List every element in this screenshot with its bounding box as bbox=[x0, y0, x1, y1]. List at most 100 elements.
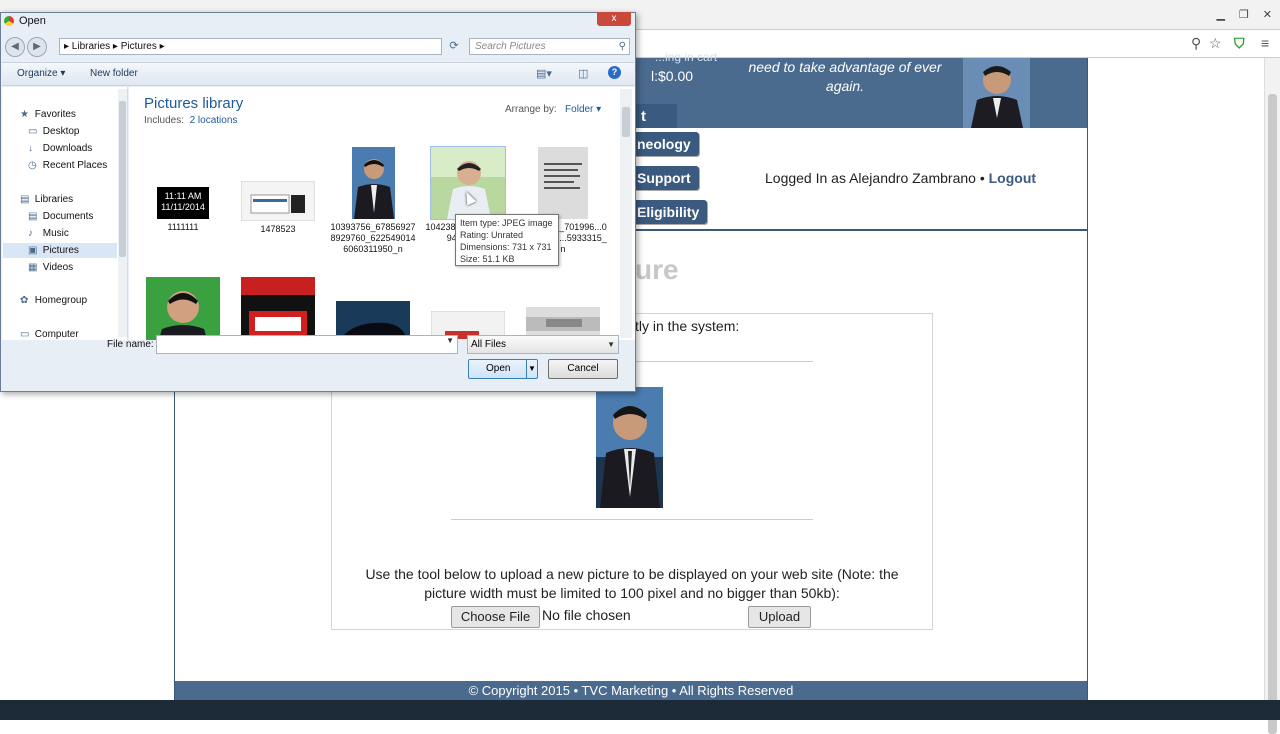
file-list-pane: Pictures library Includes: 2 locations A… bbox=[129, 87, 635, 340]
nav-item-downloads[interactable]: ↓ Downloads bbox=[28, 141, 92, 156]
maximize-icon[interactable]: ❐ bbox=[1239, 8, 1249, 21]
file-thumbnail bbox=[430, 146, 506, 220]
nav-button-support[interactable]: Support bbox=[629, 166, 699, 190]
search-input[interactable]: Search Pictures ⚲ bbox=[469, 38, 630, 55]
arrange-by: Arrange by: Folder ▾ bbox=[505, 104, 601, 115]
preview-pane-icon[interactable]: ◫ bbox=[578, 67, 588, 80]
close-icon[interactable]: ✕ bbox=[1263, 8, 1272, 21]
back-icon[interactable]: ◀ bbox=[5, 37, 25, 57]
file-thumbnail bbox=[146, 277, 220, 340]
nav-button-eligibility[interactable]: Eligibility bbox=[629, 200, 708, 224]
chevron-down-icon: ▼ bbox=[607, 340, 615, 349]
open-button[interactable]: Open ▼ bbox=[468, 359, 538, 379]
open-options-arrow-icon[interactable]: ▼ bbox=[526, 360, 537, 378]
file-status-text: No file chosen bbox=[542, 607, 631, 623]
file-list-scrollbar-thumb[interactable] bbox=[622, 107, 630, 137]
divider bbox=[635, 229, 1087, 231]
nav-pane-scrollbar[interactable] bbox=[118, 89, 127, 337]
nav-item-homegroup[interactable]: ✿ Homegroup bbox=[20, 293, 87, 308]
music-icon: ♪ bbox=[28, 228, 33, 239]
file-thumbnail bbox=[241, 181, 315, 221]
filename-input[interactable]: ▼ bbox=[156, 335, 458, 354]
filename-label: File name: bbox=[107, 339, 154, 350]
breadcrumb[interactable]: ▸ Libraries ▸ Pictures ▸ bbox=[59, 38, 442, 55]
organize-menu[interactable]: Organize ▾ bbox=[17, 68, 65, 79]
current-picture-label: tly in the system: bbox=[635, 318, 740, 334]
cancel-button[interactable]: Cancel bbox=[548, 359, 618, 379]
nav-item-favorites[interactable]: ★ Favorites bbox=[20, 107, 76, 122]
file-thumbnail bbox=[241, 277, 315, 340]
arrange-by-dropdown[interactable]: Folder ▾ bbox=[565, 104, 601, 115]
file-type-filter[interactable]: All Files ▼ bbox=[467, 335, 619, 354]
nav-item-recent-places[interactable]: ◷ Recent Places bbox=[28, 158, 107, 173]
nav-item-pictures[interactable]: ▣ Pictures bbox=[3, 243, 117, 258]
nav-item-videos[interactable]: ▦ Videos bbox=[28, 260, 73, 275]
downloads-icon: ↓ bbox=[28, 143, 33, 154]
nav-item-label: Pictures bbox=[42, 245, 79, 256]
recent-places-icon: ◷ bbox=[28, 160, 37, 171]
nav-item-computer[interactable]: ▭ Computer bbox=[20, 327, 79, 342]
tooltip-size: Size: 51.1 KB bbox=[460, 254, 515, 264]
file-tile[interactable]: 11:11 AM 11/11/2014 1111111 bbox=[138, 187, 228, 233]
dialog-title: Open bbox=[19, 15, 46, 27]
file-tile[interactable]: 1478523 bbox=[233, 181, 323, 235]
nav-item-label: Desktop bbox=[42, 126, 80, 137]
login-info: Logged In as Alejandro Zambrano • Logout bbox=[765, 170, 1036, 186]
zoom-icon[interactable]: ⚲ bbox=[1191, 35, 1201, 52]
chrome-icon bbox=[4, 16, 14, 26]
dialog-close-button[interactable]: x bbox=[597, 12, 631, 26]
file-thumbnail: 11:11 AM 11/11/2014 bbox=[157, 187, 209, 219]
tooltip-rating: Rating: Unrated bbox=[460, 230, 524, 240]
nav-button-theology[interactable]: neology bbox=[629, 132, 699, 156]
file-list-scrollbar[interactable] bbox=[620, 89, 632, 338]
change-view-icon[interactable]: ▤▾ bbox=[536, 67, 552, 80]
file-tile[interactable] bbox=[233, 277, 323, 340]
choose-file-button[interactable]: Choose File bbox=[451, 606, 540, 628]
nav-item-music[interactable]: ♪ Music bbox=[28, 226, 69, 241]
file-tile[interactable]: 10393756_678569278929760_622549014606031… bbox=[328, 147, 418, 255]
forward-icon[interactable]: ▶ bbox=[27, 37, 47, 57]
computer-icon: ▭ bbox=[20, 329, 30, 340]
help-icon[interactable]: ? bbox=[608, 66, 621, 79]
file-thumbnail bbox=[538, 147, 588, 219]
shield-icon[interactable]: ⛉ bbox=[1234, 35, 1245, 52]
page-scrollbar[interactable] bbox=[1264, 58, 1280, 734]
nav-item-documents[interactable]: ▤ Documents bbox=[28, 209, 93, 224]
menu-icon[interactable]: ≡ bbox=[1261, 35, 1269, 51]
locations-link[interactable]: 2 locations bbox=[190, 115, 238, 126]
nav-item-desktop[interactable]: ▭ Desktop bbox=[28, 124, 79, 139]
logout-link[interactable]: Logout bbox=[989, 170, 1036, 186]
bookmark-star-icon[interactable]: ☆ bbox=[1209, 35, 1222, 52]
nav-item-label: Downloads bbox=[42, 143, 93, 154]
browser-toolbar: ⚲ ☆ ⛉ ≡ bbox=[636, 30, 1280, 58]
file-name: 10393756_678569278929760_622549014606031… bbox=[330, 222, 416, 254]
taskbar bbox=[0, 700, 1280, 720]
nav-pane-scrollbar-thumb[interactable] bbox=[119, 101, 126, 257]
file-tile[interactable] bbox=[138, 277, 228, 340]
nav-item-label: Recent Places bbox=[42, 160, 108, 171]
navigation-pane: ★ Favorites ▭ Desktop ↓ Downloads ◷ Rece… bbox=[2, 87, 128, 340]
site-tagline: need to take advantage of ever again. bbox=[748, 59, 942, 94]
refresh-icon[interactable]: ⟳ bbox=[446, 38, 462, 55]
chevron-down-icon[interactable]: ▼ bbox=[446, 336, 454, 345]
nav-item-libraries[interactable]: ▤ Libraries bbox=[20, 192, 73, 207]
page-scrollbar-thumb[interactable] bbox=[1268, 94, 1277, 734]
nav-item-label: Videos bbox=[42, 262, 74, 273]
videos-icon: ▦ bbox=[28, 262, 38, 273]
upload-instructions: Use the tool below to upload a new pictu… bbox=[365, 566, 899, 601]
nav-item-label: Computer bbox=[34, 329, 79, 340]
tooltip-dimensions: Dimensions: 731 x 731 bbox=[460, 242, 552, 252]
header-profile-photo bbox=[963, 58, 1030, 128]
current-profile-photo bbox=[596, 387, 663, 508]
new-folder-button[interactable]: New folder bbox=[90, 68, 138, 79]
search-icon[interactable]: ⚲ bbox=[619, 39, 626, 54]
file-thumbnail bbox=[351, 147, 395, 219]
site-footer: © Copyright 2015 • TVC Marketing • All R… bbox=[175, 681, 1087, 700]
filter-value: All Files bbox=[471, 339, 507, 350]
cart-hint: ...ing in cart bbox=[655, 50, 718, 64]
minimize-icon[interactable]: ▁ bbox=[1216, 8, 1224, 21]
library-title: Pictures library bbox=[144, 95, 244, 112]
upload-button[interactable]: Upload bbox=[748, 606, 811, 628]
nav-item-label: Libraries bbox=[34, 194, 74, 205]
nav-tab[interactable]: t bbox=[635, 104, 677, 128]
